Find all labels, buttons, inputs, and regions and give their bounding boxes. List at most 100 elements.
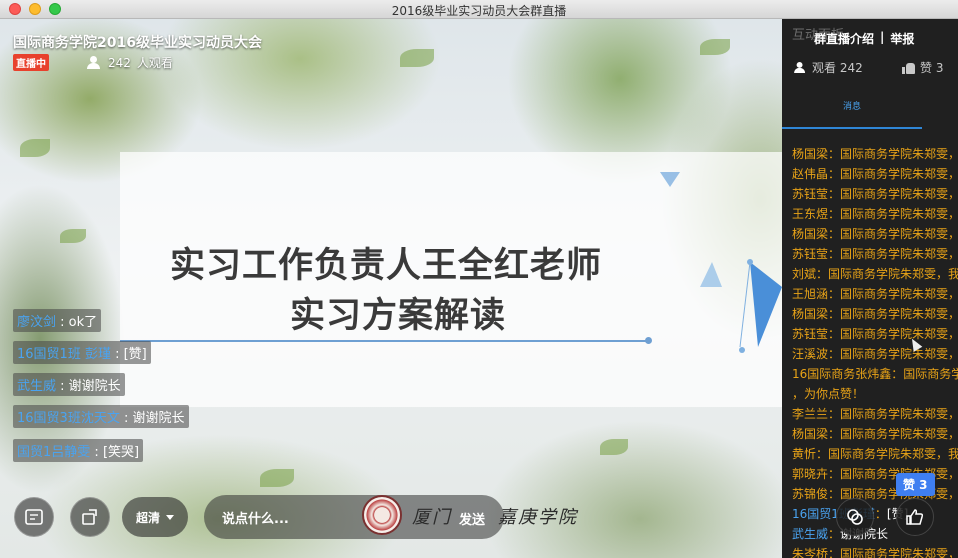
danmaku-item: 廖汶剑 : ok了: [13, 309, 102, 332]
message-text: 国际商务学院朱郑雯，: [840, 247, 958, 261]
panel-viewers: 观看 242: [792, 59, 863, 76]
share-button[interactable]: [836, 498, 874, 536]
danmaku-item: 16国贸3班沈天文 : 谢谢院长: [13, 405, 189, 428]
slide-divider: [120, 340, 648, 342]
school-calligraphy-logo: 厦门 嘉庚学院: [412, 503, 576, 529]
message-user: 朱岑桥: [792, 547, 829, 558]
message-item: 王东煜：国际商务学院朱郑雯，: [792, 204, 958, 224]
message-user: 苏钰莹: [792, 187, 829, 201]
window-title: 2016级毕业实习动员大会群直播: [391, 4, 567, 18]
calligraphy-part-a: 厦门: [412, 507, 452, 528]
message-text: 国际商务学: [903, 367, 958, 381]
message-text: 国际商务学院朱郑雯，: [840, 287, 958, 301]
message-user: 刘斌: [792, 267, 817, 281]
presentation-slide: 实习工作负责人王全红老师 实习方案解读: [120, 152, 782, 407]
program-list-button[interactable]: [14, 497, 54, 537]
live-video[interactable]: 实习工作负责人王全红老师 实习方案解读 国际商务学院2016级毕业实习动员大会 …: [0, 19, 782, 558]
message-item: 刘斌：国际商务学院朱郑雯，我: [792, 264, 958, 284]
message-item: 苏钰莹：国际商务学院朱郑雯，: [792, 324, 958, 344]
message-user: 苏钰莹: [792, 247, 829, 261]
viewer-count: 242 人观看: [86, 54, 173, 71]
danmaku-user: 廖汶剑: [17, 315, 57, 330]
danmaku-text: [笑哭]: [102, 445, 140, 460]
message-text: 国际商务学院朱郑雯，: [840, 427, 958, 441]
school-emblem-logo: [362, 495, 402, 535]
comment-placeholder: 说点什么...: [222, 511, 289, 527]
panel-viewers-label: 观看 242: [812, 61, 863, 75]
danmaku-text: [赞]: [123, 347, 147, 362]
message-item-continued: ，为你点赞！: [792, 384, 958, 404]
message-user: 杨国梁: [792, 147, 829, 161]
message-item: 苏钰莹：国际商务学院朱郑雯，: [792, 244, 958, 264]
rotate-icon: [82, 509, 97, 525]
message-user: 杨国梁: [792, 227, 829, 241]
message-text: 国际商务学院朱郑雯，: [840, 147, 958, 161]
quality-label: 超清: [135, 510, 160, 525]
message-user: 李兰兰: [792, 407, 829, 421]
message-item: 杨国梁：国际商务学院朱郑雯，: [792, 424, 958, 444]
message-text: 国际商务学院朱郑雯，: [840, 407, 958, 421]
danmaku-user: 16国贸1班 彭瑾: [17, 347, 111, 362]
danmaku-item: 国贸1吕静雯 : [笑哭]: [13, 439, 144, 462]
message-item: 李兰兰：国际商务学院朱郑雯，: [792, 404, 958, 424]
message-item: 赵伟晶：国际商务学院朱郑雯，: [792, 164, 958, 184]
danmaku-item: 16国贸1班 彭瑾 : [赞]: [13, 341, 151, 364]
message-text: 国际商务学院朱郑雯，我: [828, 267, 958, 281]
message-item: 杨国梁：国际商务学院朱郑雯，: [792, 304, 958, 324]
live-status-badge: 直播中: [13, 54, 49, 71]
message-item: 汪溪波：国际商务学院朱郑雯，: [792, 344, 958, 364]
message-text: 国际商务学院朱郑雯，: [840, 207, 958, 221]
message-text: 国际商务学院朱郑雯，我: [828, 447, 958, 461]
panel-header-tabs: 群直播介绍 | 举报: [814, 30, 914, 47]
message-list[interactable]: 杨国梁：国际商务学院朱郑雯， 赵伟晶：国际商务学院朱郑雯， 苏钰莹：国际商务学院…: [792, 144, 958, 558]
danmaku-text: ok了: [68, 315, 98, 330]
quality-selector[interactable]: 超清: [122, 497, 188, 537]
tab-separator: |: [880, 30, 885, 44]
tab-messages[interactable]: 消息: [782, 99, 922, 112]
danmaku-item: 武生威 : 谢谢院长: [13, 373, 125, 396]
message-text: ，为你点赞！: [792, 387, 865, 401]
danmaku-text: 谢谢院长: [132, 411, 185, 426]
link-icon: [847, 509, 863, 525]
thumbs-up-icon: [906, 509, 924, 525]
message-text: 国际商务学院朱郑雯，: [840, 327, 958, 341]
message-user: 郭晓卉: [792, 467, 829, 481]
message-item: 王旭涵：国际商务学院朱郑雯，: [792, 284, 958, 304]
like-button[interactable]: [896, 498, 934, 536]
message-user: 杨国梁: [792, 427, 829, 441]
rotate-screen-button[interactable]: [70, 497, 110, 537]
leaf-decoration: [260, 469, 294, 487]
viewer-count-value: 242: [108, 55, 131, 70]
message-text: 国际商务学院朱郑雯，: [840, 167, 958, 181]
title-bar: 2016级毕业实习动员大会群直播: [0, 0, 958, 19]
message-user: 16国际商务张炜鑫: [792, 367, 892, 381]
message-text: 国际商务学院朱郑雯，: [840, 227, 958, 241]
message-user: 杨国梁: [792, 307, 829, 321]
tab-group-live-intro[interactable]: 群直播介绍: [814, 30, 874, 47]
leaf-decoration: [600, 439, 628, 455]
panel-likes: 赞 3: [902, 59, 943, 76]
viewer-icon: [793, 61, 807, 74]
message-item: 黄忻：国际商务学院朱郑雯，我: [792, 444, 958, 464]
like-count-badge: 赞 3: [896, 473, 935, 496]
tab-messages-underline: [782, 127, 922, 129]
message-user: 赵伟晶: [792, 167, 829, 181]
message-user: 黄忻: [792, 447, 817, 461]
message-text: 国际商务学院朱郑雯，: [840, 307, 958, 321]
message-text: 国际商务学院朱郑雯，: [840, 547, 958, 558]
message-text: 国际商务学院朱郑雯，: [840, 187, 958, 201]
viewer-icon: [86, 56, 102, 69]
viewer-count-suffix: 人观看: [136, 56, 173, 70]
send-button[interactable]: 发送: [459, 509, 485, 528]
message-item: 杨国梁：国际商务学院朱郑雯，: [792, 144, 958, 164]
checklist-icon: [25, 509, 43, 525]
chevron-down-icon: [166, 514, 174, 520]
tab-report[interactable]: 举报: [890, 30, 914, 47]
slide-title-line1: 实习工作负责人王全红老师: [170, 246, 603, 286]
message-user: 苏锦俊: [792, 487, 829, 501]
calligraphy-part-b: 嘉庚学院: [498, 507, 578, 528]
panel-likes-label: 赞 3: [920, 61, 944, 75]
message-item: 武生威：谢谢院长: [792, 527, 889, 541]
message-item: 苏钰莹：国际商务学院朱郑雯，: [792, 184, 958, 204]
triangle-decoration: [660, 172, 782, 353]
